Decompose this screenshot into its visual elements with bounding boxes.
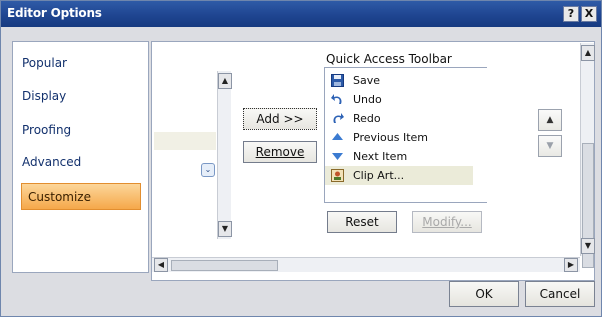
- expand-icon[interactable]: ⌄: [201, 163, 215, 177]
- scroll-down-arrow-icon[interactable]: ▼: [218, 221, 232, 237]
- commands-list-selected-row[interactable]: [154, 132, 216, 150]
- qat-item-save[interactable]: Save: [325, 71, 486, 90]
- qat-item-label: Next Item: [353, 150, 408, 163]
- nav-item-advanced[interactable]: Advanced: [22, 155, 81, 169]
- remove-button[interactable]: Remove: [243, 141, 317, 163]
- move-up-button[interactable]: ▲: [538, 109, 562, 131]
- qat-item-redo[interactable]: Redo: [325, 109, 486, 128]
- move-up-icon: ▲: [546, 115, 554, 125]
- nav-item-display[interactable]: Display: [22, 89, 66, 103]
- qat-item-label: Redo: [353, 112, 381, 125]
- move-down-button[interactable]: ▼: [538, 135, 562, 157]
- qat-item-label: Clip Art...: [353, 169, 405, 182]
- qat-item-next-item[interactable]: Next Item: [325, 147, 486, 166]
- nav-item-proofing[interactable]: Proofing: [22, 123, 71, 137]
- qat-list[interactable]: Save Undo Redo Previous Item Next Item C…: [324, 67, 487, 203]
- window-title: Editor Options: [7, 6, 102, 20]
- previous-item-icon: [332, 133, 343, 140]
- modify-button-label: Modify...: [422, 215, 472, 229]
- qat-list-scroll-area: [473, 68, 487, 202]
- qat-item-undo[interactable]: Undo: [325, 90, 486, 109]
- qat-title: Quick Access Toolbar: [326, 52, 452, 66]
- scroll-left-arrow-icon[interactable]: ◀: [154, 258, 168, 272]
- panel-vertical-scrollbar[interactable]: ▲ ▼: [580, 43, 595, 268]
- scroll-up-arrow-icon[interactable]: ▲: [218, 73, 232, 89]
- scroll-up-arrow-icon[interactable]: ▲: [581, 45, 595, 61]
- add-button[interactable]: Add >>: [243, 108, 317, 130]
- move-down-icon: ▼: [546, 141, 554, 151]
- ok-button-label: OK: [475, 287, 493, 301]
- cancel-button[interactable]: Cancel: [525, 281, 595, 307]
- qat-item-clip-art[interactable]: Clip Art...: [325, 166, 486, 185]
- qat-item-label: Save: [353, 74, 381, 87]
- scroll-down-arrow-icon[interactable]: ▼: [581, 238, 595, 254]
- nav-item-popular[interactable]: Popular: [22, 56, 67, 70]
- reset-button[interactable]: Reset: [327, 211, 397, 233]
- add-button-label: Add >>: [256, 112, 304, 126]
- close-button[interactable]: X: [581, 6, 597, 22]
- undo-icon: [331, 94, 342, 104]
- next-item-icon: [332, 153, 343, 160]
- panel-horizontal-scrollbar[interactable]: ◀ ▶: [152, 257, 580, 272]
- help-button[interactable]: ?: [563, 6, 579, 22]
- clip-art-icon: [331, 169, 344, 182]
- reset-button-label: Reset: [345, 215, 379, 229]
- cancel-button-label: Cancel: [539, 287, 581, 301]
- commands-list-scrollbar[interactable]: ▲ ▼: [217, 71, 232, 239]
- save-icon: [331, 74, 344, 87]
- modify-button[interactable]: Modify...: [412, 211, 482, 233]
- redo-icon: [333, 113, 344, 123]
- nav-item-customize[interactable]: Customize: [21, 183, 141, 210]
- qat-item-label: Previous Item: [353, 131, 429, 144]
- qat-item-previous-item[interactable]: Previous Item: [325, 128, 486, 147]
- options-nav: Popular Display Proofing Advanced Custom…: [12, 41, 149, 273]
- title-bar: Editor Options ? X: [1, 1, 601, 27]
- commands-list[interactable]: [154, 71, 216, 239]
- editor-options-dialog: Editor Options ? X Popular Display Proof…: [0, 0, 602, 317]
- scroll-right-arrow-icon[interactable]: ▶: [564, 258, 578, 272]
- horizontal-scroll-thumb[interactable]: [171, 260, 278, 271]
- ok-button[interactable]: OK: [449, 281, 519, 307]
- qat-item-label: Undo: [353, 93, 382, 106]
- remove-button-label: Remove: [255, 145, 305, 159]
